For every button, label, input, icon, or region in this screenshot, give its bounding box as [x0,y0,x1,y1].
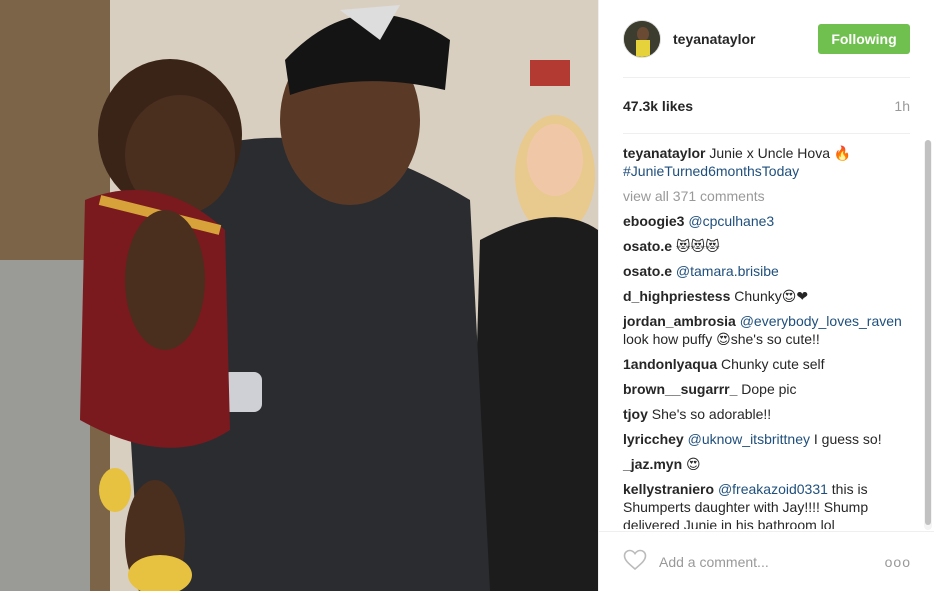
comment-username[interactable]: _jaz.myn [623,456,682,472]
comment-username[interactable]: jordan_ambrosia [623,313,736,329]
comment-item: kellystraniero @freakazoid0331 this is S… [623,480,910,529]
comment-text: Dope pic [741,381,797,397]
comment-text: I guess so! [810,431,882,447]
comment-item: osato.e 😻😻😻 [623,237,910,255]
comment-mention[interactable]: @everybody_loves_raven [740,313,902,329]
avatar[interactable] [623,19,661,58]
post-time[interactable]: 1h [894,98,910,114]
comment-text: Chunky😍❤ [734,288,809,304]
post-header: teyanataylor Following [623,0,910,78]
comment-text: look how puffy 😍she's so cute!! [623,331,820,347]
comment-username[interactable]: osato.e [623,263,672,279]
instagram-post: teyanataylor Following 47.3k likes 1h te… [0,0,934,591]
comment-text: 😻😻😻 [675,238,720,254]
heart-icon[interactable] [623,549,647,574]
following-button[interactable]: Following [818,23,910,54]
likes-count[interactable]: 47.3k likes [623,98,693,114]
comment-mention[interactable]: @tamara.brisibe [676,263,779,279]
comment-text: Chunky cute self [721,356,825,372]
comment-item: eboogie3 @cpculhane3 [623,212,910,230]
comment-item: osato.e @tamara.brisibe [623,262,910,280]
caption-hashtag[interactable]: #JunieTurned6monthsToday [623,163,799,179]
comment-item: tjoy She's so adorable!! [623,405,910,423]
comment-text: She's so adorable!! [651,406,772,422]
comment-username[interactable]: kellystraniero [623,481,714,497]
comments-list: teyanataylor Junie x Uncle Hova 🔥 #Junie… [599,134,934,529]
header-username[interactable]: teyanataylor [673,31,818,47]
comment-item: _jaz.myn 😍 [623,455,910,473]
comment-item: d_highpriestess Chunky😍❤ [623,287,910,305]
avatar-image [624,20,660,57]
comment-text: 😍 [686,456,701,472]
comment-username[interactable]: brown__sugarrr_ [623,381,737,397]
comment-item: brown__sugarrr_ Dope pic [623,380,910,398]
comments-scrollbar[interactable] [924,140,932,530]
comment-item: 1andonlyaqua Chunky cute self [623,355,910,373]
more-options-icon[interactable]: ooo [885,554,911,570]
comment-username[interactable]: 1andonlyaqua [623,356,717,372]
comment-mention[interactable]: @freakazoid0331 [718,481,828,497]
comment-username[interactable]: lyricchey [623,431,684,447]
post-photo[interactable] [0,0,598,591]
comment-item: lyricchey @uknow_itsbrittney I guess so! [623,430,910,448]
caption-text: Junie x Uncle Hova 🔥 [709,145,852,161]
comment-mention[interactable]: @uknow_itsbrittney [688,431,810,447]
view-all-comments-link[interactable]: view all 371 comments [623,187,910,205]
comment-username[interactable]: tjoy [623,406,648,422]
comment-username[interactable]: d_highpriestess [623,288,730,304]
comment-username[interactable]: eboogie3 [623,213,684,229]
likes-row: 47.3k likes 1h [623,78,910,134]
post-side-panel: teyanataylor Following 47.3k likes 1h te… [598,0,934,591]
comment-mention[interactable]: @cpculhane3 [688,213,774,229]
add-comment-bar: ooo [599,531,934,591]
photo-illustration [0,0,598,591]
caption-username[interactable]: teyanataylor [623,145,705,161]
add-comment-input[interactable] [659,553,885,570]
comment-item: jordan_ambrosia @everybody_loves_raven l… [623,312,910,348]
comment-username[interactable]: osato.e [623,238,672,254]
caption: teyanataylor Junie x Uncle Hova 🔥 #Junie… [623,144,910,180]
scrollbar-thumb[interactable] [925,140,931,525]
